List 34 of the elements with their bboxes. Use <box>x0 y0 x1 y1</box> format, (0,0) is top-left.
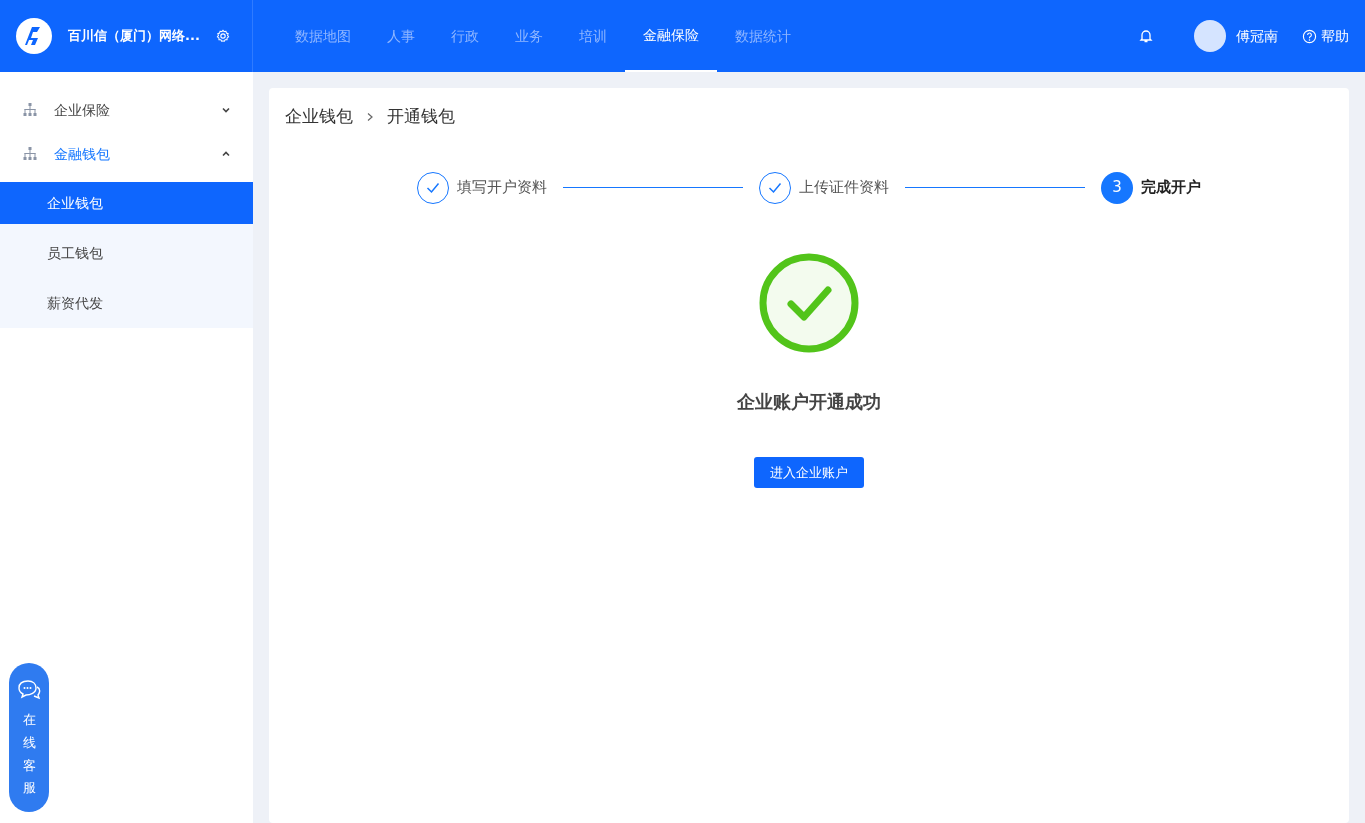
breadcrumb-separator <box>365 111 375 122</box>
enter-account-button[interactable]: 进入企业账户 <box>754 456 864 488</box>
help-link[interactable]: 帮助 <box>1321 25 1349 47</box>
org-chart-icon <box>22 102 38 118</box>
chevron-down-icon <box>221 105 231 115</box>
breadcrumb-item: 开通钱包 <box>387 105 455 128</box>
online-service-button[interactable]: 在线客服 <box>9 663 49 812</box>
step-label: 上传证件资料 <box>799 177 889 199</box>
nav-tab[interactable]: 金融保险 <box>625 0 717 72</box>
nav-tab[interactable]: 数据统计 <box>717 0 809 72</box>
settings-icon[interactable] <box>215 29 230 43</box>
sidebar-item[interactable]: 企业钱包 <box>0 182 253 224</box>
step-indicator <box>417 171 449 204</box>
step-indicator <box>759 171 791 204</box>
step-label: 完成开户 <box>1141 177 1201 199</box>
logo-icon <box>16 18 52 54</box>
success-message: 企业账户开通成功 <box>737 389 881 414</box>
step-label: 填写开户资料 <box>457 177 547 199</box>
avatar[interactable] <box>1194 20 1226 52</box>
company-name: 百川信（厦门）网络... <box>68 27 200 46</box>
chat-bubbles-icon <box>17 679 41 701</box>
nav-tab[interactable]: 行政 <box>433 0 497 72</box>
nav-tab[interactable]: 人事 <box>369 0 433 72</box>
org-chart-icon <box>22 146 38 162</box>
help-icon[interactable] <box>1302 28 1317 44</box>
nav-tab[interactable]: 培训 <box>561 0 625 72</box>
success-check-icon <box>758 251 860 354</box>
breadcrumb-item[interactable]: 企业钱包 <box>285 104 353 130</box>
step-indicator: 3 <box>1101 171 1133 204</box>
user-name[interactable]: 傅冠南 <box>1236 25 1278 47</box>
bell-icon[interactable] <box>1138 28 1154 44</box>
nav-tab[interactable]: 数据地图 <box>277 0 369 72</box>
nav-tab[interactable]: 业务 <box>497 0 561 72</box>
chevron-up-icon <box>221 149 231 159</box>
